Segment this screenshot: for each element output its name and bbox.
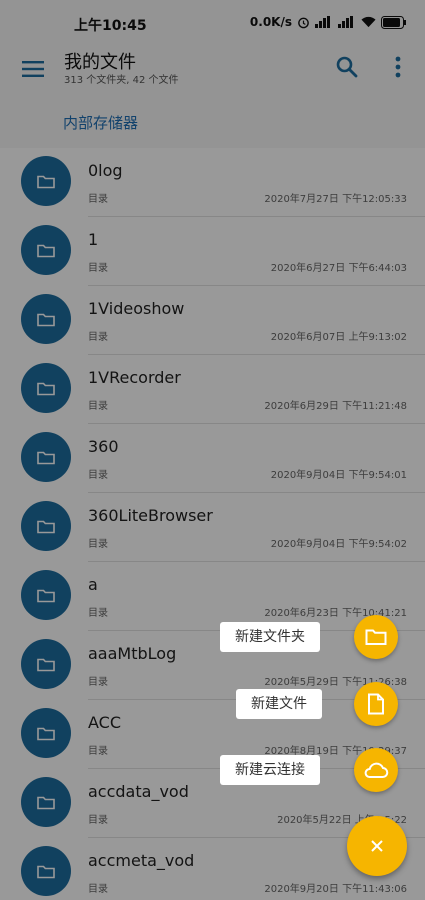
search-button[interactable] xyxy=(334,54,360,80)
page-subtitle: 313 个文件夹, 42 个文件 xyxy=(64,75,179,86)
list-item[interactable]: 1Videoshow 目录 2020年6月07日 上午9:13:02 xyxy=(0,286,425,355)
folder-icon xyxy=(21,708,71,758)
search-icon xyxy=(336,56,358,78)
more-vert-icon xyxy=(395,56,401,78)
folder-icon xyxy=(21,363,71,413)
net-speed: 0.0K/s xyxy=(249,15,292,29)
file-type: 目录 xyxy=(88,677,108,688)
file-type: 目录 xyxy=(88,470,108,481)
file-type: 目录 xyxy=(88,884,108,895)
file-name: 0log xyxy=(88,161,123,180)
folder-icon xyxy=(21,294,71,344)
breadcrumb-bar: 内部存储器 xyxy=(0,98,425,148)
folder-icon xyxy=(21,846,71,896)
file-date: 2020年7月27日 下午12:05:33 xyxy=(264,194,407,205)
app-bar: 我的文件 313 个文件夹, 42 个文件 xyxy=(0,46,425,98)
file-type: 目录 xyxy=(88,746,108,757)
file-date: 2020年9月04日 下午9:54:01 xyxy=(270,470,407,481)
new-cloud-label[interactable]: 新建云连接 xyxy=(220,755,320,785)
file-name: 360 xyxy=(88,437,119,456)
list-item[interactable]: 0log 目录 2020年7月27日 下午12:05:33 xyxy=(0,148,425,217)
file-type: 目录 xyxy=(88,332,108,343)
new-cloud-button[interactable] xyxy=(354,748,398,792)
file-name: 1VRecorder xyxy=(88,368,181,387)
status-time: 上午10:45 xyxy=(74,18,147,34)
alarm-icon xyxy=(297,16,310,29)
folder-icon xyxy=(21,432,71,482)
breadcrumb-internal-storage[interactable]: 内部存储器 xyxy=(63,112,138,133)
folder-icon xyxy=(365,629,387,645)
new-file-button[interactable] xyxy=(354,682,398,726)
folder-icon xyxy=(21,639,71,689)
file-type: 目录 xyxy=(88,401,108,412)
wifi-icon xyxy=(361,16,376,28)
status-bar: 上午10:45 0.0K/s xyxy=(0,0,425,46)
hamburger-icon xyxy=(22,61,44,77)
close-icon xyxy=(371,840,383,852)
status-icons: 0.0K/s xyxy=(250,15,407,29)
file-type: 目录 xyxy=(88,608,108,619)
file-date: 2020年6月29日 下午11:21:48 xyxy=(264,401,407,412)
list-item[interactable]: 1VRecorder 目录 2020年6月29日 下午11:21:48 xyxy=(0,355,425,424)
file-type: 目录 xyxy=(88,263,108,274)
file-name: aaaMtbLog xyxy=(88,644,177,663)
file-name: 1Videoshow xyxy=(88,299,185,318)
list-item[interactable]: 360 目录 2020年9月04日 下午9:54:01 xyxy=(0,424,425,493)
folder-icon xyxy=(21,570,71,620)
file-name: accdata_vod xyxy=(88,782,189,801)
menu-button[interactable] xyxy=(20,55,48,83)
new-folder-label[interactable]: 新建文件夹 xyxy=(220,622,320,652)
file-name: 360LiteBrowser xyxy=(88,506,213,525)
cloud-icon xyxy=(364,762,389,778)
file-type: 目录 xyxy=(88,194,108,205)
file-date: 2020年6月07日 上午9:13:02 xyxy=(270,332,407,343)
file-icon xyxy=(368,693,384,715)
file-type: 目录 xyxy=(88,815,108,826)
new-file-label[interactable]: 新建文件 xyxy=(236,689,322,719)
file-name: 1 xyxy=(88,230,99,249)
close-fab-button[interactable] xyxy=(347,816,407,876)
list-item[interactable]: 1 目录 2020年6月27日 下午6:44:03 xyxy=(0,217,425,286)
file-name: ACC xyxy=(88,713,122,732)
folder-icon xyxy=(21,501,71,551)
folder-icon xyxy=(21,777,71,827)
list-item[interactable]: 360LiteBrowser 目录 2020年9月04日 下午9:54:02 xyxy=(0,493,425,562)
file-date: 2020年9月04日 下午9:54:02 xyxy=(270,539,407,550)
folder-icon xyxy=(21,225,71,275)
battery-icon xyxy=(381,15,407,29)
new-folder-button[interactable] xyxy=(354,615,398,659)
file-name: accmeta_vod xyxy=(88,851,195,870)
folder-icon xyxy=(21,156,71,206)
file-date: 2020年6月27日 下午6:44:03 xyxy=(270,263,407,274)
file-date: 2020年9月20日 下午11:43:06 xyxy=(264,884,407,895)
more-options-button[interactable] xyxy=(388,54,408,80)
signal-icon xyxy=(315,16,333,28)
file-name: a xyxy=(88,575,98,594)
file-list: 0log 目录 2020年7月27日 下午12:05:33 1 目录 2020年… xyxy=(0,148,425,900)
signal-icon-2 xyxy=(338,16,356,28)
file-type: 目录 xyxy=(88,539,108,550)
